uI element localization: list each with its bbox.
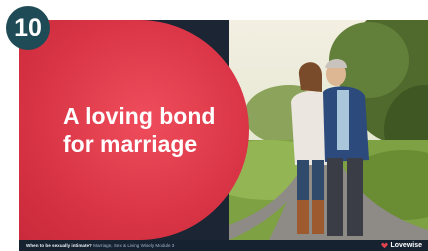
slide-number: 10	[14, 14, 42, 42]
slide-number-badge: 10	[6, 6, 50, 50]
lovewise-logo-icon	[381, 242, 389, 249]
brand-name: Lovewise	[390, 242, 422, 249]
footer-caption: When to be sexually intimate? Marriage, …	[26, 240, 174, 251]
couple-photo	[229, 20, 428, 240]
slide-footer: When to be sexually intimate? Marriage, …	[19, 240, 428, 251]
headline-line-1: A loving bond	[63, 103, 216, 129]
headline-line-2: for marriage	[63, 131, 198, 157]
slide-headline: A loving bond for marriage	[63, 102, 233, 158]
slide-card[interactable]: A loving bond for marriage When to be se…	[19, 20, 428, 251]
footer-course: Marriage, Sex & Living Wisely Module 3	[93, 243, 175, 248]
brand-logo: Lovewise	[381, 241, 422, 250]
footer-question: When to be sexually intimate?	[26, 243, 92, 248]
